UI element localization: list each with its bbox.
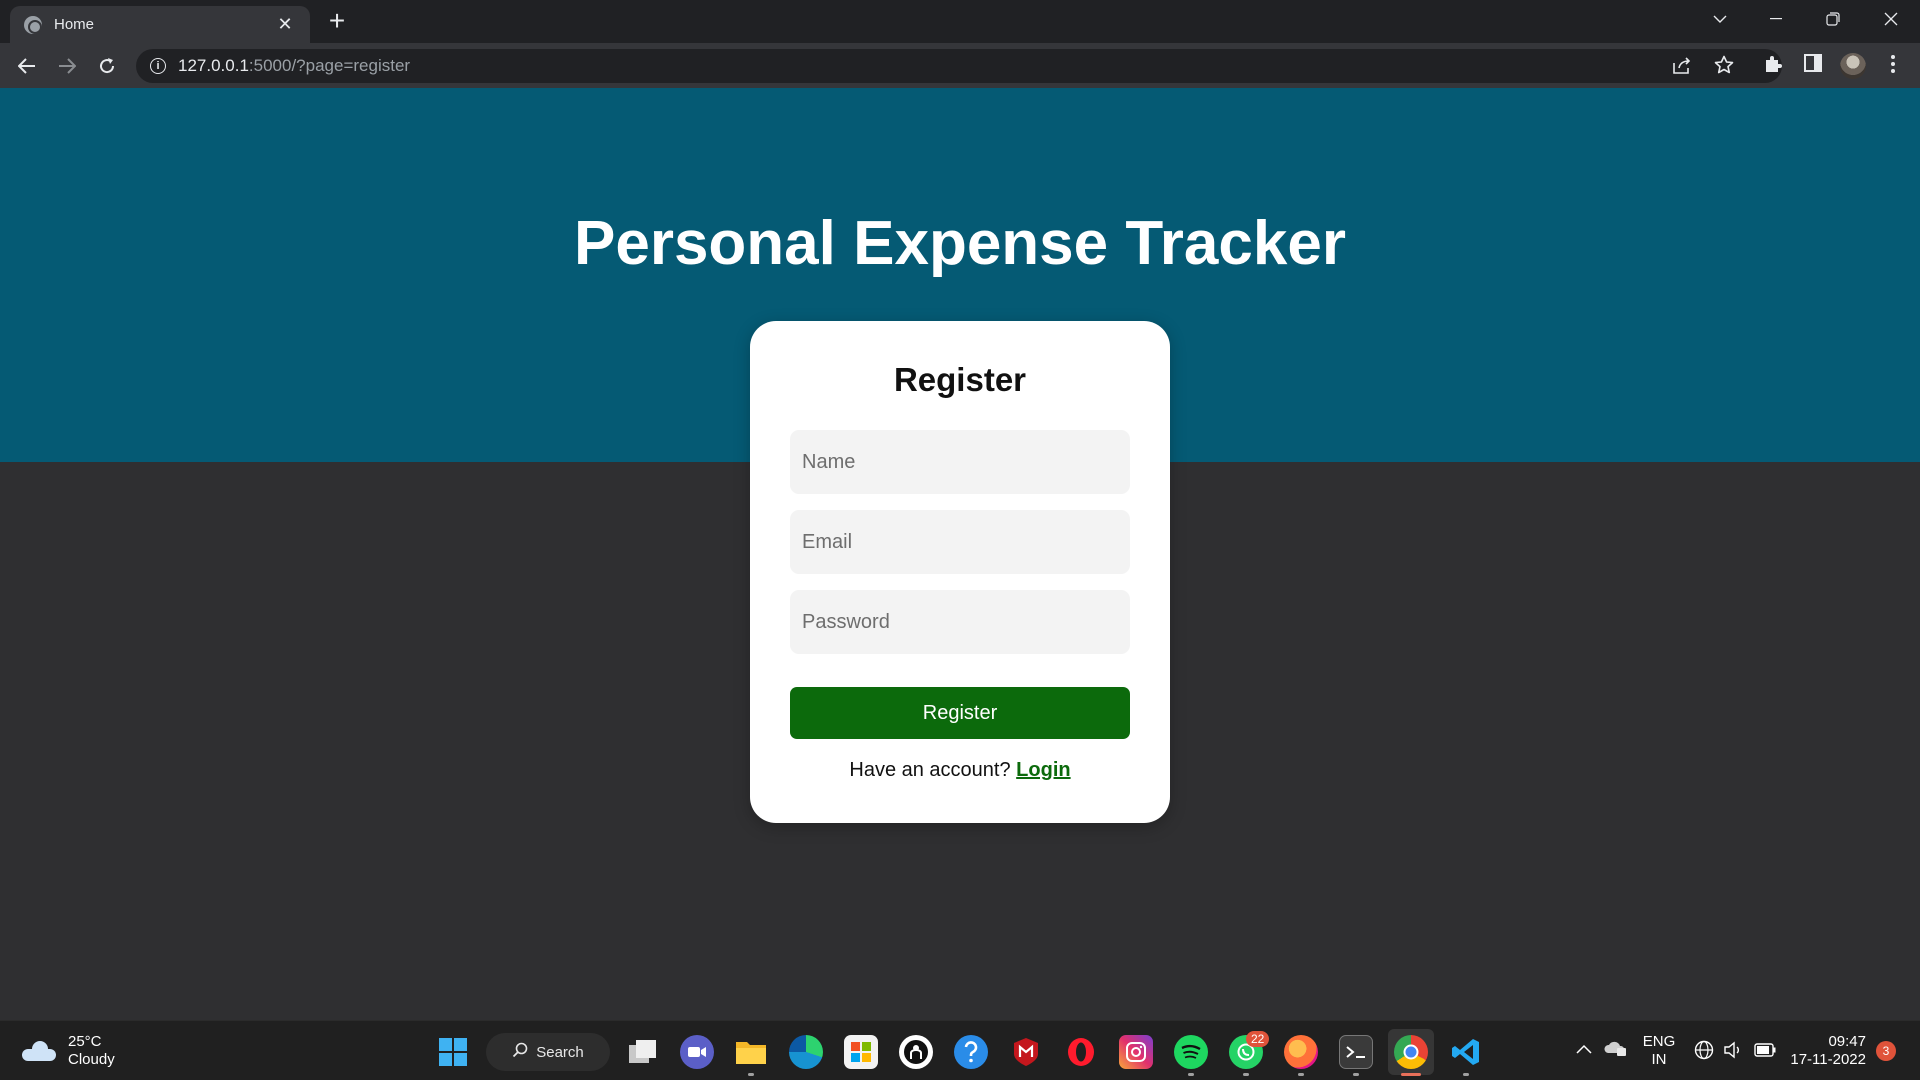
language-indicator[interactable]: ENG IN <box>1642 1033 1676 1069</box>
login-link[interactable]: Login <box>1016 759 1070 781</box>
network-icon[interactable] <box>1694 1040 1714 1064</box>
system-clock[interactable]: 09:47 17-11-2022 <box>1786 1033 1866 1069</box>
help-icon[interactable] <box>954 1035 988 1069</box>
name-input[interactable] <box>790 430 1130 494</box>
page-content: Personal Expense Tracker Register Regist… <box>0 88 1920 1020</box>
password-input[interactable] <box>790 590 1130 654</box>
running-indicator <box>748 1073 754 1076</box>
opera-icon[interactable] <box>1064 1035 1098 1069</box>
weather-description: Cloudy <box>68 1051 115 1068</box>
vscode-icon[interactable] <box>1449 1035 1483 1069</box>
url-path: :5000/?page=register <box>248 56 411 75</box>
minimize-icon[interactable] <box>1758 4 1794 34</box>
file-explorer-icon[interactable] <box>734 1035 768 1069</box>
close-icon[interactable]: ✕ <box>274 14 296 35</box>
running-indicator <box>1298 1073 1304 1076</box>
taskbar-search[interactable]: Search <box>486 1033 610 1071</box>
language-code: ENG <box>1642 1033 1676 1050</box>
back-icon[interactable] <box>11 50 43 82</box>
profile-avatar[interactable] <box>1840 53 1866 79</box>
chevron-up-icon[interactable] <box>1576 1041 1592 1058</box>
info-icon[interactable]: i <box>150 58 166 74</box>
extensions-icon[interactable] <box>1760 54 1786 80</box>
reload-icon[interactable] <box>91 50 123 82</box>
edge-icon[interactable] <box>789 1035 823 1069</box>
tab-title: Home <box>54 16 95 33</box>
restore-icon[interactable] <box>1815 4 1851 34</box>
side-panel-icon[interactable] <box>1800 54 1826 78</box>
active-indicator <box>1401 1073 1421 1076</box>
forward-icon[interactable] <box>51 50 83 82</box>
address-bar[interactable]: i 127.0.0.1:5000/?page=register <box>136 49 1782 83</box>
whatsapp-badge: 22 <box>1246 1031 1270 1047</box>
browser-tab-bar: Home ✕ + <box>0 0 1920 43</box>
volume-icon[interactable] <box>1724 1041 1742 1063</box>
running-indicator <box>1353 1073 1359 1076</box>
url-host: 127.0.0.1 <box>178 56 249 75</box>
search-icon <box>512 1042 528 1062</box>
windows-start-icon[interactable] <box>436 1035 470 1069</box>
cloud-icon <box>22 1041 56 1061</box>
search-label: Search <box>536 1043 584 1061</box>
plus-icon[interactable]: + <box>322 6 352 36</box>
task-view-icon[interactable] <box>626 1035 660 1069</box>
store-icon[interactable] <box>844 1035 878 1069</box>
weather-temperature: 25°C <box>68 1033 102 1050</box>
teams-icon[interactable] <box>680 1035 714 1069</box>
browser-toolbar: i 127.0.0.1:5000/?page=register <box>0 43 1920 88</box>
login-prompt: Have an account? Login <box>750 759 1170 782</box>
weather-widget[interactable]: 25°C Cloudy <box>22 1033 115 1069</box>
share-icon[interactable] <box>1672 57 1692 81</box>
clock-date: 17-11-2022 <box>1790 1051 1866 1068</box>
spotify-icon[interactable] <box>1174 1035 1208 1069</box>
running-indicator <box>1243 1073 1249 1076</box>
terminal-icon[interactable] <box>1339 1035 1373 1069</box>
firefox-icon[interactable] <box>1284 1035 1318 1069</box>
instagram-icon[interactable] <box>1119 1035 1153 1069</box>
browser-tab[interactable]: Home ✕ <box>10 6 310 43</box>
notification-badge[interactable]: 3 <box>1876 1041 1896 1061</box>
battery-icon[interactable] <box>1754 1043 1776 1061</box>
star-icon[interactable] <box>1714 55 1734 81</box>
chevron-down-icon[interactable] <box>1702 4 1738 34</box>
email-input[interactable] <box>790 510 1130 574</box>
mcafee-icon[interactable] <box>1009 1035 1043 1069</box>
github-icon[interactable] <box>899 1035 933 1069</box>
running-indicator <box>1188 1073 1194 1076</box>
register-button[interactable]: Register <box>790 687 1130 739</box>
more-icon[interactable] <box>1880 54 1906 80</box>
app-title: Personal Expense Tracker <box>573 209 1346 278</box>
running-indicator <box>1463 1073 1469 1076</box>
windows-taskbar: 25°C Cloudy Search 22 ENG IN 09:47 17-11… <box>0 1020 1920 1080</box>
region-code: IN <box>1651 1051 1667 1068</box>
onedrive-icon[interactable] <box>1604 1039 1628 1061</box>
form-title: Register <box>893 361 1027 398</box>
register-card: Register Register Have an account? Login <box>750 321 1170 823</box>
close-window-icon[interactable] <box>1873 4 1909 34</box>
login-prompt-text: Have an account? <box>849 759 1011 781</box>
globe-icon <box>24 15 42 34</box>
chrome-icon[interactable] <box>1394 1035 1428 1069</box>
clock-time: 09:47 <box>1828 1033 1866 1050</box>
